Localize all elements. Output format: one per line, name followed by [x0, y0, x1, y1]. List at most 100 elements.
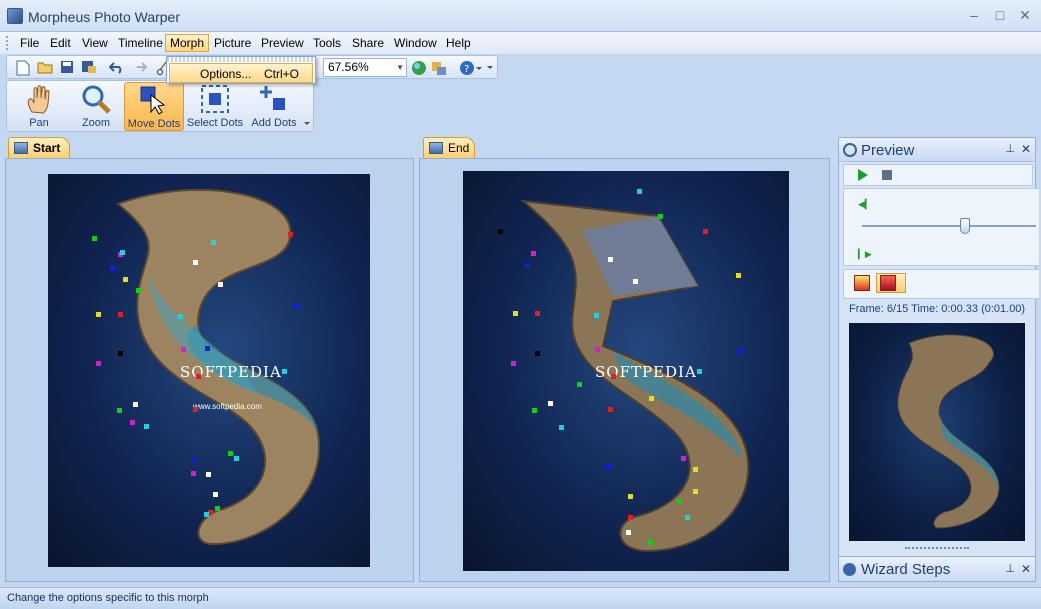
morph-dot[interactable]	[628, 494, 633, 499]
morph-dot[interactable]	[648, 540, 653, 545]
zoom-button[interactable]: Zoom	[67, 82, 125, 131]
tab-end[interactable]: End	[423, 137, 475, 159]
web-globe-icon[interactable]	[411, 60, 427, 76]
morph-dot[interactable]	[191, 457, 196, 462]
morph-dot[interactable]	[144, 424, 149, 429]
frame-slider-track[interactable]	[862, 225, 1036, 227]
morph-dot[interactable]	[110, 266, 115, 271]
morph-dot[interactable]	[693, 467, 698, 472]
morph-dot[interactable]	[736, 273, 741, 278]
close-panel-icon[interactable]: ✕	[1021, 142, 1031, 156]
morph-dot[interactable]	[206, 472, 211, 477]
morph-dot[interactable]	[205, 346, 210, 351]
morph-dot[interactable]	[123, 277, 128, 282]
morph-dot[interactable]	[703, 229, 708, 234]
morph-dot[interactable]	[513, 311, 518, 316]
morph-dot[interactable]	[118, 312, 123, 317]
morph-dot[interactable]	[133, 402, 138, 407]
morph-dot[interactable]	[531, 251, 536, 256]
morph-dot[interactable]	[738, 349, 743, 354]
maximize-button[interactable]: □	[989, 6, 1011, 24]
morph-dot[interactable]	[118, 351, 123, 356]
morph-dot[interactable]	[117, 408, 122, 413]
morph-dot[interactable]	[649, 396, 654, 401]
morph-dot[interactable]	[677, 499, 682, 504]
morph-dot[interactable]	[606, 464, 611, 469]
menu-tools[interactable]: Tools	[309, 34, 345, 52]
morph-dot[interactable]	[218, 282, 223, 287]
morph-dot[interactable]	[626, 530, 631, 535]
morph-dot[interactable]	[637, 189, 642, 194]
morph-dot[interactable]	[96, 361, 101, 366]
morph-dot[interactable]	[136, 288, 141, 293]
select-dots-button[interactable]: Select Dots	[185, 82, 245, 131]
morph-dot[interactable]	[213, 492, 218, 497]
morph-dot[interactable]	[595, 347, 600, 352]
morph-dot[interactable]	[92, 236, 97, 241]
morph-dot[interactable]	[594, 313, 599, 318]
export-icon[interactable]	[431, 60, 447, 76]
close-panel-icon[interactable]: ✕	[1021, 562, 1031, 576]
add-dots-button[interactable]: Add Dots	[245, 82, 303, 131]
chevron-down-icon[interactable]: ▼	[396, 59, 404, 76]
morph-dot[interactable]	[215, 506, 220, 511]
morph-dot[interactable]	[559, 425, 564, 430]
morph-dot[interactable]	[234, 456, 239, 461]
morph-dot[interactable]	[628, 515, 633, 520]
minimize-button[interactable]: –	[963, 6, 985, 24]
morph-dot[interactable]	[130, 420, 135, 425]
morph-dot[interactable]	[181, 347, 186, 352]
morph-dot[interactable]	[120, 250, 125, 255]
open-folder-icon[interactable]	[37, 60, 53, 76]
morph-dot[interactable]	[548, 401, 553, 406]
morph-dot[interactable]	[288, 232, 293, 237]
morph-dot[interactable]	[96, 312, 101, 317]
morph-dot[interactable]	[681, 456, 686, 461]
menu-picture[interactable]: Picture	[210, 34, 255, 52]
morph-dot[interactable]	[525, 263, 530, 268]
frame-slider-thumb[interactable]	[960, 218, 970, 234]
morph-dot[interactable]	[693, 489, 698, 494]
menu-morph[interactable]: Morph	[165, 34, 210, 52]
morph-dot[interactable]	[193, 407, 198, 412]
menu-timeline[interactable]: Timeline	[114, 34, 167, 52]
toolbar-options-icon[interactable]	[485, 60, 495, 76]
morph-dot[interactable]	[282, 369, 287, 374]
save-as-icon[interactable]	[81, 60, 97, 76]
morph-dot[interactable]	[191, 471, 196, 476]
menu-help[interactable]: Help	[442, 34, 475, 52]
end-image[interactable]: SOFTPEDIA	[463, 171, 789, 571]
menu-preview[interactable]: Preview	[257, 34, 308, 52]
morph-dot[interactable]	[535, 351, 540, 356]
menu-file[interactable]: File	[16, 34, 43, 52]
morph-dot[interactable]	[611, 374, 616, 379]
color-swatch-icon[interactable]	[854, 275, 870, 291]
menu-edit[interactable]: Edit	[46, 34, 75, 52]
options-menu-item[interactable]: Options... Ctrl+O	[169, 63, 313, 83]
morph-dot[interactable]	[294, 304, 299, 309]
toolbar-more-icon[interactable]	[302, 117, 312, 133]
tab-start[interactable]: Start	[8, 137, 70, 159]
morph-dot[interactable]	[211, 240, 216, 245]
menu-grip[interactable]	[6, 36, 9, 50]
undo-icon[interactable]	[108, 60, 125, 76]
first-frame-icon[interactable]: ◀▎	[858, 199, 872, 210]
save-icon[interactable]	[59, 60, 75, 76]
morph-dot[interactable]	[196, 374, 201, 379]
morph-dot[interactable]	[532, 408, 537, 413]
redo-icon[interactable]	[131, 60, 148, 76]
pin-icon[interactable]: ⊥	[1005, 142, 1015, 155]
last-frame-icon[interactable]: ▎▶	[858, 249, 872, 260]
new-file-icon[interactable]	[15, 60, 31, 76]
pin-icon[interactable]: ⊥	[1005, 562, 1015, 575]
morph-dot[interactable]	[608, 407, 613, 412]
morph-dot[interactable]	[658, 214, 663, 219]
close-button[interactable]: ✕	[1014, 6, 1036, 24]
move-dots-button[interactable]: Move Dots	[124, 82, 184, 131]
wizard-steps-panel[interactable]: Wizard Steps ⊥ ✕	[838, 556, 1036, 582]
morph-dot[interactable]	[498, 229, 503, 234]
zoom-level-select[interactable]: 67.56% ▼	[323, 58, 407, 77]
morph-dot[interactable]	[511, 361, 516, 366]
morph-dot[interactable]	[204, 512, 209, 517]
morph-dot[interactable]	[228, 451, 233, 456]
